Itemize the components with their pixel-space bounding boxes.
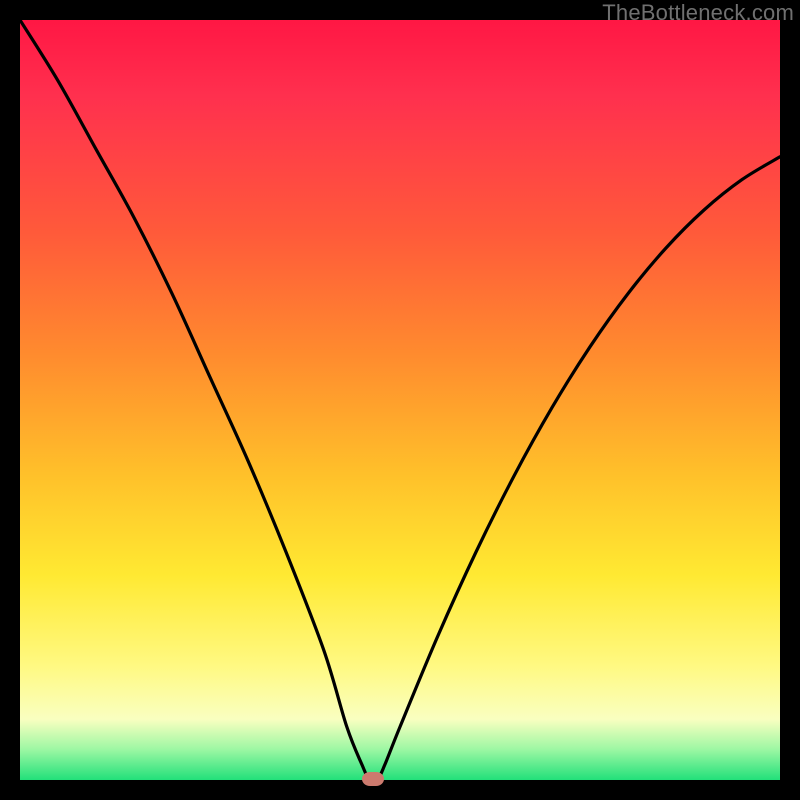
watermark-text: TheBottleneck.com (602, 0, 794, 26)
chart-frame: TheBottleneck.com (0, 0, 800, 800)
bottleneck-curve (20, 20, 780, 780)
optimal-marker (362, 772, 384, 786)
plot-area (20, 20, 780, 780)
